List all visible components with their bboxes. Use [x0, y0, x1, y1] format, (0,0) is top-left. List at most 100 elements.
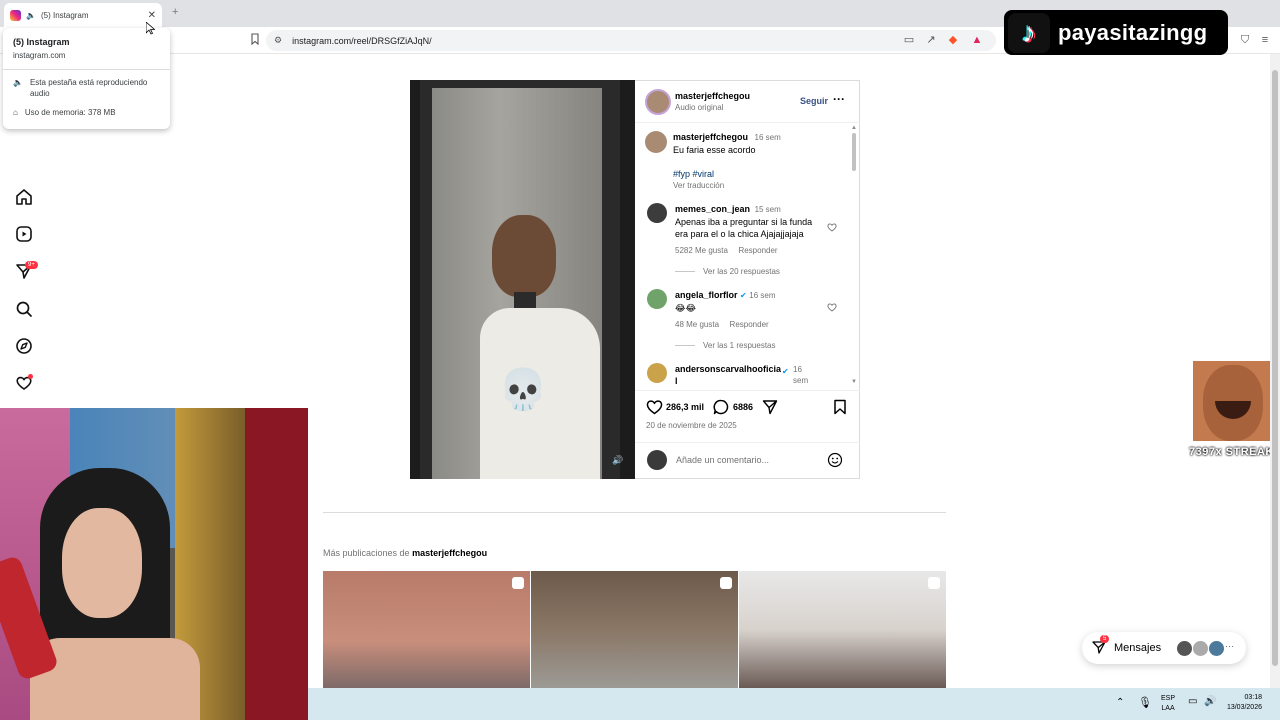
- speaker-icon[interactable]: 🔈: [26, 11, 36, 20]
- caption-text: Eu faria esse acordo: [673, 145, 756, 155]
- cast-icon[interactable]: ▭: [902, 33, 916, 47]
- post-thumbnail[interactable]: [739, 571, 946, 688]
- like-count[interactable]: 286,3 mil: [666, 402, 704, 412]
- comment-time[interactable]: 15 sem: [755, 205, 781, 214]
- language-region: LAA: [1161, 705, 1175, 712]
- comment-avatar[interactable]: [647, 203, 667, 223]
- page-scroll-thumb[interactable]: [1272, 70, 1278, 666]
- streak-counter: 7397x STREAK: [1189, 446, 1274, 458]
- comment-reply-link[interactable]: Responder: [730, 320, 769, 329]
- comment-like-heart-icon[interactable]: [827, 222, 837, 232]
- streamer-shoulders-image: [30, 638, 200, 720]
- comment-count[interactable]: 6886: [733, 402, 753, 412]
- mouse-cursor-icon: [146, 22, 155, 35]
- browser-tab[interactable]: 🔈 (5) Instagram ✕: [4, 3, 162, 27]
- brave-rewards-icon[interactable]: ▲: [970, 33, 984, 47]
- comment-username[interactable]: angela_florflor: [675, 290, 738, 300]
- author-avatar[interactable]: [645, 89, 671, 115]
- more-options-icon[interactable]: ···: [833, 92, 845, 106]
- url-text: instagram.com/reel/DRSGfZiAJqN/: [292, 35, 432, 46]
- tab-title: (5) Instagram: [40, 10, 89, 20]
- caption-hashtags[interactable]: #fyp #viral: [673, 168, 873, 180]
- explore-icon[interactable]: [14, 336, 34, 356]
- comment-like-heart-icon[interactable]: [827, 302, 837, 312]
- audio-label[interactable]: Audio original: [675, 103, 723, 112]
- post-thumbnail[interactable]: [531, 571, 738, 688]
- network-icon[interactable]: ▭: [1188, 696, 1197, 707]
- post-date[interactable]: 20 de noviembre de 2025: [646, 421, 737, 430]
- streamer-webcam: [0, 408, 308, 720]
- tiktok-username: payasitazingg: [1058, 19, 1208, 45]
- memory-usage-text: Uso de memoria: 378 MB: [24, 108, 116, 117]
- more-posts-heading: Más publicaciones de masterjeffchegou: [323, 548, 487, 558]
- comment-username[interactable]: andersonscarvalhooficia l: [675, 364, 781, 385]
- comment-avatar[interactable]: [647, 363, 667, 383]
- notifications-heart-icon[interactable]: [14, 373, 34, 393]
- comment-likes[interactable]: 48 Me gusta: [675, 319, 719, 331]
- reels-icon[interactable]: [14, 224, 34, 244]
- comment-item: angela_florflor ✔ 16 sem 😂😂 48 Me gusta …: [675, 289, 825, 331]
- microphone-icon[interactable]: 🎙: [1138, 696, 1152, 709]
- skull-emoji: 💀: [498, 368, 548, 412]
- comment-likes[interactable]: 5282 Me gusta: [675, 245, 728, 257]
- memory-icon: ⌂: [13, 108, 18, 117]
- close-tab-icon[interactable]: ✕: [148, 10, 156, 21]
- audio-playing-icon: 🔈: [13, 78, 23, 87]
- messages-dock[interactable]: 5 Mensajes ···: [1082, 632, 1246, 664]
- comment-username[interactable]: memes_con_jean: [675, 204, 750, 214]
- caption-username[interactable]: masterjeffchegou: [673, 132, 748, 142]
- instagram-favicon-icon: [10, 9, 21, 21]
- url-field[interactable]: ⚙ instagram.com/reel/DRSGfZiAJqN/: [266, 30, 996, 51]
- see-translation-link[interactable]: Ver traducción: [673, 180, 873, 192]
- clock-date: 13/03/2026: [1226, 704, 1262, 711]
- view-replies-text[interactable]: Ver las 1 respuestas: [703, 341, 775, 350]
- volume-icon[interactable]: 🔊: [1204, 696, 1216, 707]
- post-thumbnail[interactable]: [323, 571, 530, 688]
- comment-text: 😂😂: [675, 303, 697, 313]
- chevron-up-icon[interactable]: ⌃: [1116, 697, 1124, 708]
- share-send-icon[interactable]: [762, 399, 778, 415]
- follow-button[interactable]: Seguir: [800, 96, 828, 106]
- clock[interactable]: 03:18 13/03/2026: [1222, 693, 1262, 713]
- emoji-picker-icon[interactable]: [827, 452, 843, 468]
- comment-box-divider: [635, 442, 860, 443]
- view-replies-text[interactable]: Ver las 20 respuestas: [703, 267, 780, 276]
- comment-time[interactable]: 16 sem: [793, 364, 813, 386]
- add-comment-input[interactable]: Añade un comentario...: [676, 455, 769, 465]
- site-info-icon[interactable]: ⚙: [274, 35, 282, 46]
- comment-time[interactable]: 16 sem: [749, 291, 775, 300]
- comment-reply-link[interactable]: Responder: [738, 246, 777, 255]
- avatar: [1193, 640, 1209, 656]
- share-icon[interactable]: ↗: [924, 33, 938, 47]
- home-icon[interactable]: [14, 187, 34, 207]
- author-username[interactable]: masterjeffchegou: [675, 91, 750, 101]
- comment-item: memes_con_jean 15 sem Apenas iba a pregu…: [675, 203, 820, 257]
- comment-avatar[interactable]: [647, 289, 667, 309]
- new-tab-icon[interactable]: +: [172, 6, 178, 18]
- bookmark-icon[interactable]: [248, 33, 262, 47]
- keyboard-language[interactable]: ESP LAA: [1161, 694, 1175, 714]
- windows-taskbar: ⌃ 🎙 ESP LAA ▭ 🔊 03:18 13/03/2026: [308, 688, 1280, 720]
- hover-card-host: instagram.com: [13, 51, 66, 60]
- volume-icon[interactable]: 🔊: [612, 455, 624, 467]
- more-posts-user[interactable]: masterjeffchegou: [412, 548, 487, 558]
- comment-icon[interactable]: [713, 399, 729, 415]
- reel-video-player[interactable]: 💀 🔊: [410, 80, 635, 479]
- save-bookmark-icon[interactable]: [833, 399, 847, 415]
- search-icon[interactable]: [14, 299, 34, 319]
- language-code: ESP: [1161, 695, 1176, 702]
- vpn-icon[interactable]: ⛉: [1238, 33, 1252, 47]
- replies-line: [675, 345, 695, 346]
- caption-avatar[interactable]: [645, 131, 667, 153]
- view-replies-link[interactable]: Ver las 1 respuestas: [675, 341, 775, 350]
- current-user-avatar: [647, 450, 667, 470]
- like-heart-icon[interactable]: [646, 399, 663, 415]
- verified-badge-icon: ✔: [740, 291, 747, 300]
- avatar: [1209, 640, 1225, 656]
- scroll-down-icon[interactable]: ▼: [851, 379, 857, 385]
- menu-icon[interactable]: ≡: [1258, 33, 1272, 47]
- caption-time[interactable]: 16 sem: [755, 133, 781, 142]
- view-replies-link[interactable]: Ver las 20 respuestas: [675, 267, 780, 276]
- comment-text: Apenas iba a preguntar si la funda era p…: [675, 217, 813, 239]
- brave-shield-icon[interactable]: ◆: [946, 33, 960, 47]
